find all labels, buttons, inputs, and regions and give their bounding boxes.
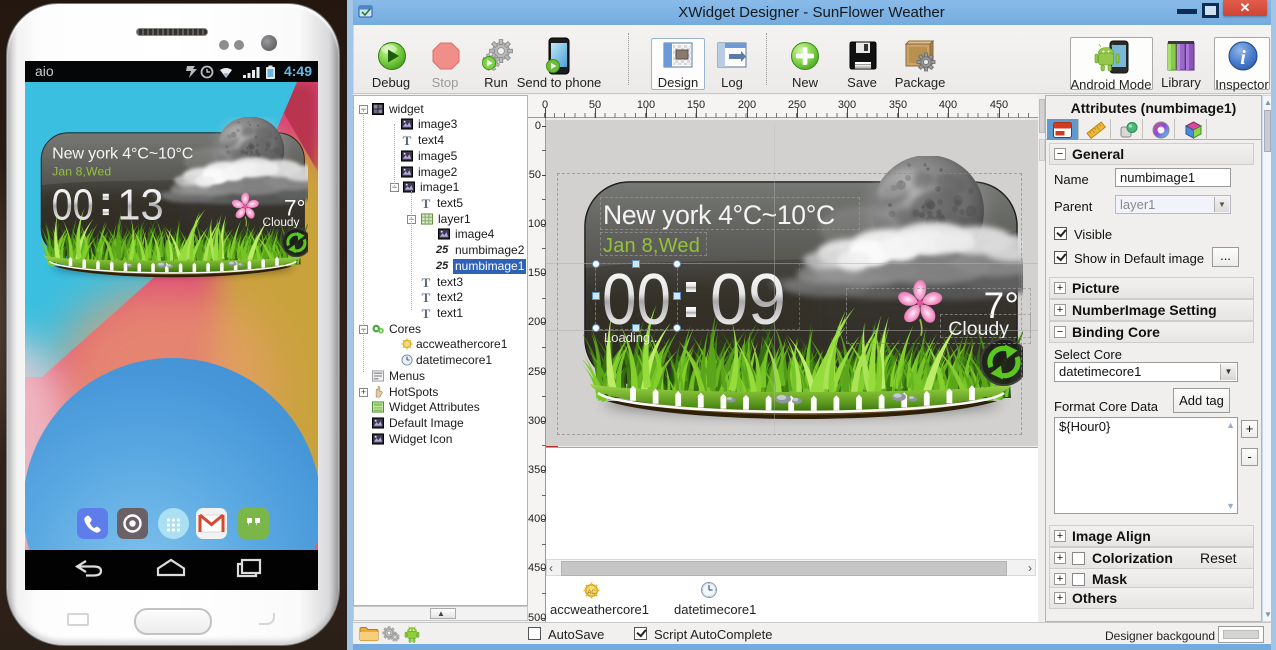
svg-text:i: i bbox=[1240, 47, 1246, 69]
svg-text:T: T bbox=[422, 291, 431, 303]
svg-text:T: T bbox=[422, 276, 431, 288]
svg-text:T: T bbox=[422, 307, 431, 319]
svg-text:T: T bbox=[422, 197, 431, 209]
svg-text:13: 13 bbox=[117, 180, 163, 229]
svg-text:AC: AC bbox=[587, 590, 596, 596]
svg-text:T: T bbox=[403, 134, 412, 146]
svg-text:00: 00 bbox=[52, 180, 94, 229]
